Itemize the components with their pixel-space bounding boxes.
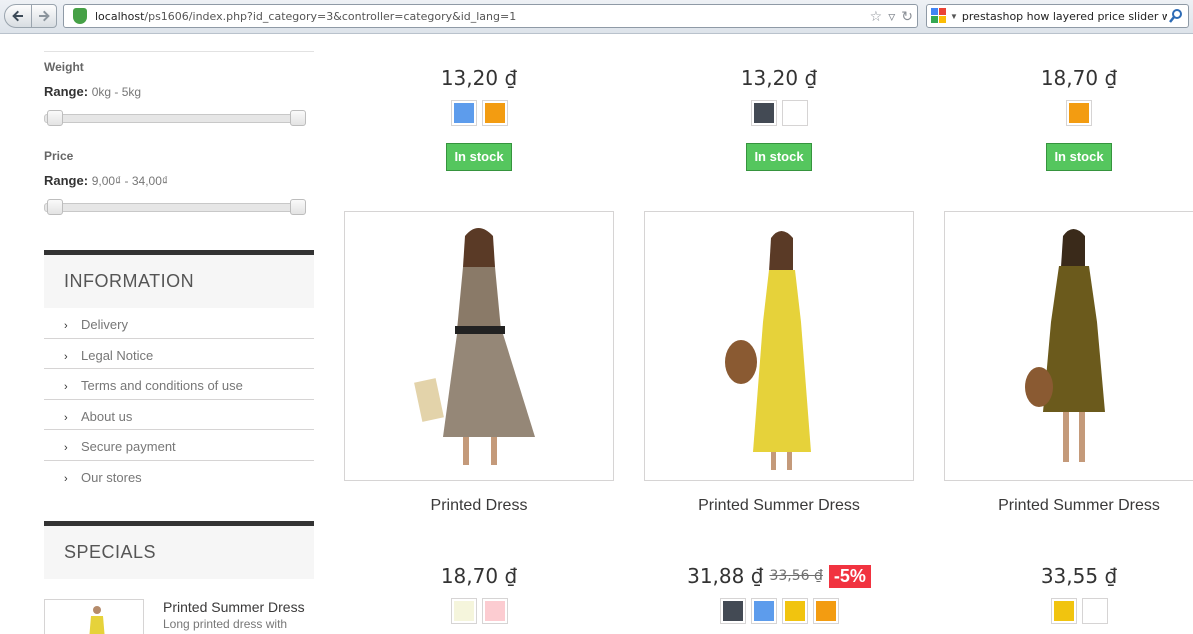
info-link-label: Our stores	[81, 469, 142, 485]
reload-icon[interactable]: ↻	[901, 8, 913, 24]
color-swatch[interactable]	[812, 598, 839, 624]
color-swatch[interactable]	[750, 100, 777, 126]
color-swatch[interactable]	[781, 598, 808, 624]
browser-toolbar: localhost/ps1606/index.php?id_category=3…	[0, 0, 1193, 34]
specials-title: SPECIALS	[44, 521, 314, 579]
product-image[interactable]	[344, 211, 614, 481]
dress-photo	[725, 231, 811, 470]
info-link-label: Delivery	[81, 317, 128, 332]
product-price: 13,20 ₫	[440, 66, 518, 90]
chevron-right-icon: ›	[64, 411, 68, 424]
color-swatches	[644, 100, 914, 126]
dress-photo	[1025, 229, 1105, 462]
product-name[interactable]: Printed Summer Dress	[944, 497, 1193, 515]
price-range-label: Range:	[44, 173, 89, 188]
chevron-right-icon: ›	[64, 381, 68, 393]
color-swatches	[644, 598, 914, 624]
info-link-about-us[interactable]: › About us	[44, 400, 314, 430]
weight-slider-min-handle[interactable]	[47, 110, 63, 126]
weight-slider-max-handle[interactable]	[290, 110, 306, 126]
forward-button[interactable]	[31, 4, 57, 28]
color-swatch[interactable]	[1066, 100, 1092, 126]
address-url: localhost/ps1606/index.php?id_category=3…	[95, 10, 516, 23]
info-link-label: Legal Notice	[81, 347, 154, 363]
back-button[interactable]	[4, 4, 32, 28]
color-swatch[interactable]	[450, 100, 477, 126]
weight-filter-title: Weight	[44, 60, 84, 74]
price-slider-min-handle[interactable]	[47, 199, 63, 215]
information-list: › Delivery › Legal Notice › Terms and condi…	[44, 308, 314, 491]
color-swatch[interactable]	[719, 598, 746, 624]
weight-range-label: Range:	[44, 84, 89, 99]
color-swatch[interactable]	[481, 100, 508, 126]
product-price: 31,88 ₫	[687, 564, 764, 588]
info-link-terms[interactable]: › Terms and conditions of use	[44, 369, 314, 400]
info-link-legal-notice[interactable]: › Legal Notice	[44, 339, 314, 369]
site-favicon-icon	[73, 8, 87, 24]
info-link-label: About us	[81, 408, 133, 424]
product-name[interactable]: Printed Summer Dress	[644, 497, 914, 515]
price-slider[interactable]	[44, 199, 306, 215]
magnifier-icon[interactable]	[1169, 8, 1183, 24]
divider	[44, 35, 314, 52]
forward-arrow-icon	[39, 10, 50, 22]
color-swatch[interactable]	[750, 598, 777, 624]
chevron-right-icon: ›	[64, 320, 68, 332]
chevron-right-icon: ›	[64, 472, 68, 485]
special-product-image[interactable]	[44, 599, 144, 634]
price-slider-max-handle[interactable]	[290, 199, 306, 215]
product-name[interactable]: Printed Dress	[344, 497, 614, 515]
address-bar[interactable]: localhost/ps1606/index.php?id_category=3…	[63, 4, 918, 28]
special-product-name[interactable]: Printed Summer Dress	[163, 599, 305, 615]
color-swatch[interactable]	[1050, 598, 1077, 624]
product-price: 33,55 ₫	[1040, 564, 1118, 588]
information-title: INFORMATION	[44, 250, 314, 308]
history-dropdown-icon[interactable]: ▿	[888, 8, 895, 24]
price-filter-title: Price	[44, 149, 74, 163]
info-link-label: Secure payment	[81, 439, 176, 454]
back-arrow-icon	[12, 10, 23, 22]
search-bar[interactable]: ▼ prestashop how layered price slider wo…	[926, 4, 1189, 28]
url-host: localhost	[95, 9, 145, 23]
search-engine-icon[interactable]	[931, 8, 947, 24]
price-range-value: 9,00₫ - 34,00₫	[91, 174, 169, 188]
left-column: Weight Range: 0kg - 5kg Price Range: 9,0…	[44, 35, 314, 634]
color-swatch[interactable]	[481, 598, 508, 624]
search-engine-dropdown-icon[interactable]: ▼	[950, 12, 958, 21]
bookmark-star-icon[interactable]: ☆	[870, 8, 883, 24]
weight-slider[interactable]	[44, 110, 306, 126]
chevron-right-icon: ›	[64, 350, 68, 363]
weight-range: Range: 0kg - 5kg	[44, 84, 314, 99]
color-swatches	[344, 598, 614, 624]
color-swatches	[344, 100, 614, 126]
product-price: 18,70 ₫	[440, 564, 518, 588]
color-swatch[interactable]	[781, 100, 808, 126]
in-stock-badge: In stock	[746, 143, 812, 171]
info-link-secure-payment[interactable]: › Secure payment	[44, 430, 314, 461]
in-stock-badge: In stock	[1046, 143, 1112, 171]
price-range: Range: 9,00₫ - 34,00₫	[44, 173, 314, 188]
discount-badge: -5%	[828, 564, 871, 588]
product-price: 18,70 ₫	[1040, 66, 1118, 90]
color-swatches	[944, 598, 1193, 624]
special-product-description: Long printed dress with	[163, 617, 288, 631]
old-price: 33,56 ₫	[769, 568, 823, 584]
color-swatch[interactable]	[450, 598, 477, 624]
color-swatch[interactable]	[1081, 598, 1108, 624]
in-stock-badge: In stock	[446, 143, 512, 171]
product-image[interactable]	[644, 211, 914, 481]
dress-photo	[414, 228, 535, 465]
weight-range-value: 0kg - 5kg	[91, 85, 142, 99]
page-content: Weight Range: 0kg - 5kg Price Range: 9,0…	[0, 35, 1193, 634]
chevron-right-icon: ›	[64, 442, 68, 454]
product-image[interactable]	[944, 211, 1193, 481]
info-link-delivery[interactable]: › Delivery	[44, 308, 314, 339]
product-price: 13,20 ₫	[740, 66, 818, 90]
info-link-label: Terms and conditions of use	[81, 378, 243, 393]
info-link-our-stores[interactable]: › Our stores	[44, 461, 314, 492]
color-swatches	[944, 100, 1193, 126]
search-input[interactable]: prestashop how layered price slider work	[962, 10, 1167, 23]
special-product[interactable]: Printed Summer Dress Long printed dress …	[44, 599, 314, 634]
url-path: /ps1606/index.php?id_category=3&controll…	[144, 9, 517, 23]
